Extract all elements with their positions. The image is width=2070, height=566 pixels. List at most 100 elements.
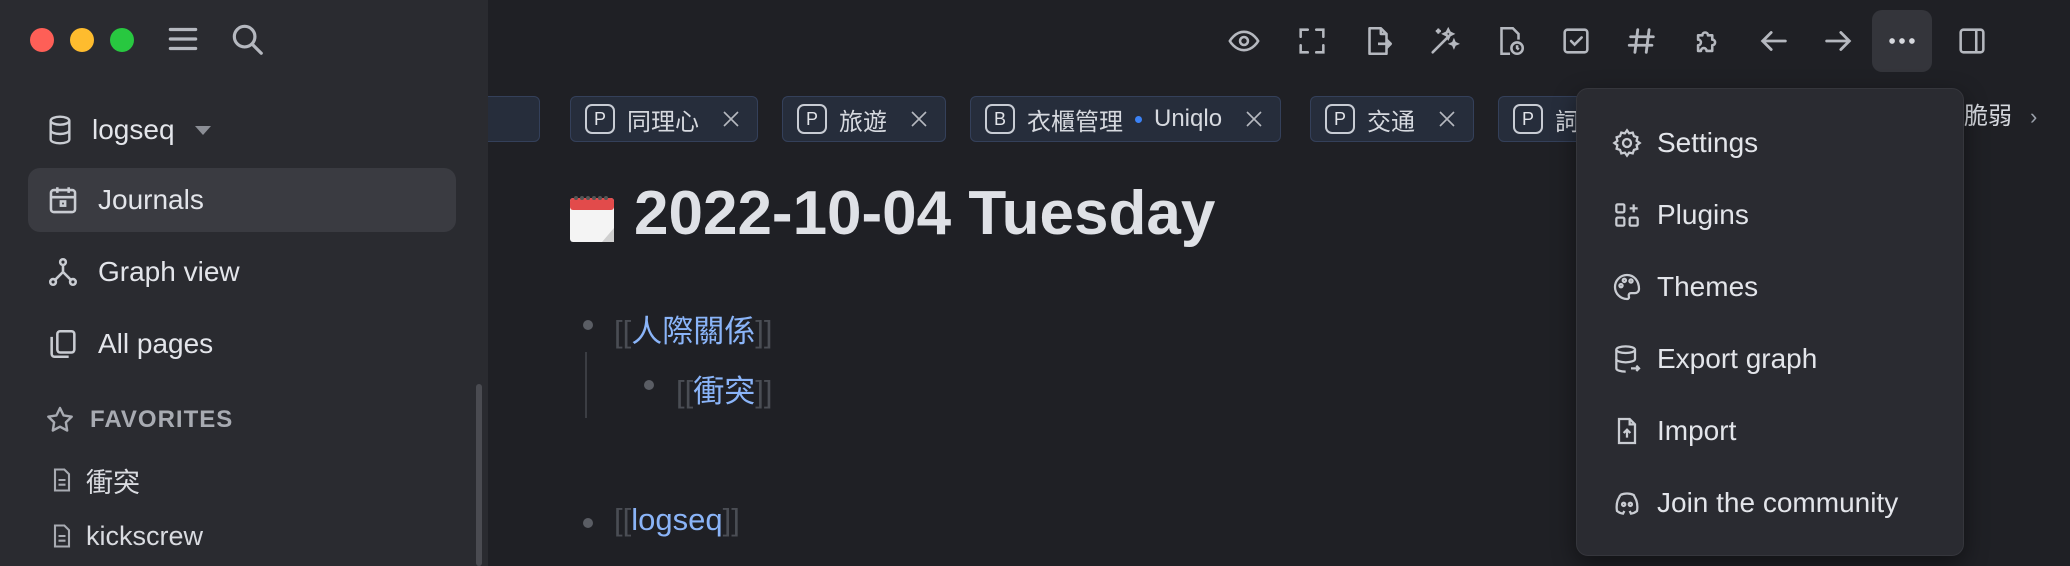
tab-label: 同理心 — [627, 108, 699, 136]
palette-icon — [1613, 273, 1641, 301]
file-clock-icon[interactable] — [1480, 10, 1540, 72]
block-bullet[interactable] — [644, 380, 654, 390]
block-content[interactable]: [[logseq]] — [614, 502, 740, 538]
calendar-icon — [49, 187, 77, 214]
page-icon — [53, 468, 71, 492]
calendar-emoji-icon — [568, 188, 616, 242]
arrow-right-icon[interactable] — [1808, 10, 1868, 72]
eye-icon[interactable] — [1214, 10, 1274, 72]
close-icon[interactable] — [1435, 107, 1459, 131]
arrow-left-icon[interactable] — [1744, 10, 1804, 72]
tab-label: 衣櫃管理 — [1027, 108, 1123, 136]
file-import-icon — [1617, 417, 1637, 445]
menu-item-label: Export graph — [1657, 343, 1818, 374]
chevron-right-icon[interactable]: › — [2030, 104, 2037, 130]
fullscreen-icon[interactable] — [1282, 10, 1342, 72]
search-icon[interactable] — [228, 20, 266, 58]
page-type-badge: P — [585, 104, 615, 134]
menu-item-export-graph[interactable]: Export graph — [1611, 337, 1817, 381]
menu-item-label: Settings — [1657, 127, 1759, 158]
menu-item-label: Join the community — [1657, 487, 1899, 518]
block-bullet[interactable] — [583, 320, 593, 330]
favorites-label: FAVORITES — [90, 406, 234, 433]
minimize-window-button[interactable] — [70, 28, 94, 52]
repo-name: logseq — [92, 114, 175, 145]
close-icon[interactable] — [719, 107, 743, 131]
more-menu: Settings Plugins Themes Export graph Imp… — [1576, 88, 1964, 556]
page-ref[interactable]: 人際關係 — [631, 314, 755, 349]
menu-item-themes[interactable]: Themes — [1611, 265, 1758, 309]
favorites-heading[interactable]: FAVORITES — [44, 400, 233, 440]
page-type-badge: P — [797, 104, 827, 134]
puzzle-icon[interactable] — [1678, 10, 1738, 72]
close-window-button[interactable] — [30, 28, 54, 52]
block-content[interactable]: [[人際關係]] — [614, 306, 772, 351]
menu-item-label: Themes — [1657, 271, 1759, 302]
journal-title: 2022-10-04 Tuesday — [634, 179, 1216, 248]
page-ref[interactable]: logseq — [631, 502, 722, 537]
page-ref[interactable]: 衝突 — [693, 374, 755, 409]
database-icon — [49, 115, 71, 145]
page-type-badge: P — [1325, 104, 1355, 134]
hashtag-icon[interactable] — [1612, 10, 1672, 72]
favorite-item[interactable]: 衝突 — [48, 460, 140, 500]
maximize-window-button[interactable] — [110, 28, 134, 52]
file-export-icon[interactable] — [1348, 10, 1408, 72]
menu-item-settings[interactable]: Settings — [1611, 121, 1758, 165]
top-toolbar — [488, 0, 2070, 82]
sidebar-item-label: All pages — [98, 328, 214, 359]
tab-item[interactable]: P 旅遊 — [782, 96, 946, 142]
sidebar-scrollbar[interactable] — [476, 384, 482, 566]
page-type-badge: B — [985, 104, 1015, 134]
plugins-icon — [1615, 203, 1639, 227]
sidebar-item-label: Graph view — [98, 256, 240, 287]
page-type-badge: P — [1513, 104, 1543, 134]
bracket-close: ]] — [755, 314, 773, 349]
bracket-open: [[ — [614, 314, 632, 349]
tab-separator-dot — [1135, 115, 1142, 123]
menu-item-import[interactable]: Import — [1611, 409, 1736, 453]
left-sidebar: logseq Journals Graph view All pages FAV… — [0, 0, 488, 566]
favorite-item[interactable]: kickscrew — [48, 516, 203, 556]
wand-icon[interactable] — [1414, 10, 1474, 72]
more-icon[interactable] — [1872, 10, 1932, 72]
sidebar-item-graph-view[interactable]: Graph view — [28, 240, 456, 304]
right-sidebar-toggle-icon[interactable] — [1942, 10, 2002, 72]
menu-item-label: Plugins — [1657, 199, 1749, 230]
tab-label: 交通 — [1367, 108, 1415, 136]
menu-item-plugins[interactable]: Plugins — [1611, 193, 1749, 237]
tab-item[interactable]: P 同理心 — [570, 96, 758, 142]
tab-item[interactable]: P 交通 — [1310, 96, 1474, 142]
discord-icon — [1615, 492, 1639, 515]
chevron-down-icon — [194, 125, 211, 135]
tab-item[interactable]: B 衣櫃管理 Uniqlo — [970, 96, 1282, 142]
sidebar-item-journals[interactable]: Journals — [28, 168, 456, 232]
menu-item-label: Import — [1657, 415, 1737, 446]
close-icon[interactable] — [1242, 107, 1266, 131]
repo-selector[interactable]: logseq — [44, 108, 211, 152]
sidebar-item-all-pages[interactable]: All pages — [28, 312, 456, 376]
checkbox-icon[interactable] — [1546, 10, 1606, 72]
page-title[interactable]: 2022-10-04 Tuesday — [568, 178, 1215, 249]
tab-peek-label[interactable]: 脆弱 — [1964, 96, 2012, 131]
bracket-open: [[ — [614, 502, 632, 537]
block-bullet[interactable] — [583, 518, 593, 528]
block-content[interactable]: [[衝突]] — [676, 366, 772, 411]
block-thread-line — [585, 352, 587, 418]
bracket-open: [[ — [676, 374, 694, 409]
pages-icon — [50, 329, 76, 359]
tab-label: 旅遊 — [839, 108, 887, 136]
sidebar-item-label: Journals — [98, 184, 204, 215]
bracket-close: ]] — [755, 374, 773, 409]
close-icon[interactable] — [907, 107, 931, 131]
favorite-label: kickscrew — [86, 520, 204, 551]
menu-item-join-community[interactable]: Join the community — [1611, 481, 1898, 525]
bracket-close: ]] — [722, 502, 740, 537]
tab-sublabel: Uniqlo — [1154, 105, 1223, 132]
graph-icon — [48, 257, 78, 287]
tab-truncated[interactable] — [488, 96, 540, 142]
gear-icon — [1612, 128, 1642, 158]
menu-icon[interactable] — [164, 20, 202, 58]
page-icon — [53, 524, 71, 548]
database-export-icon — [1615, 345, 1641, 373]
